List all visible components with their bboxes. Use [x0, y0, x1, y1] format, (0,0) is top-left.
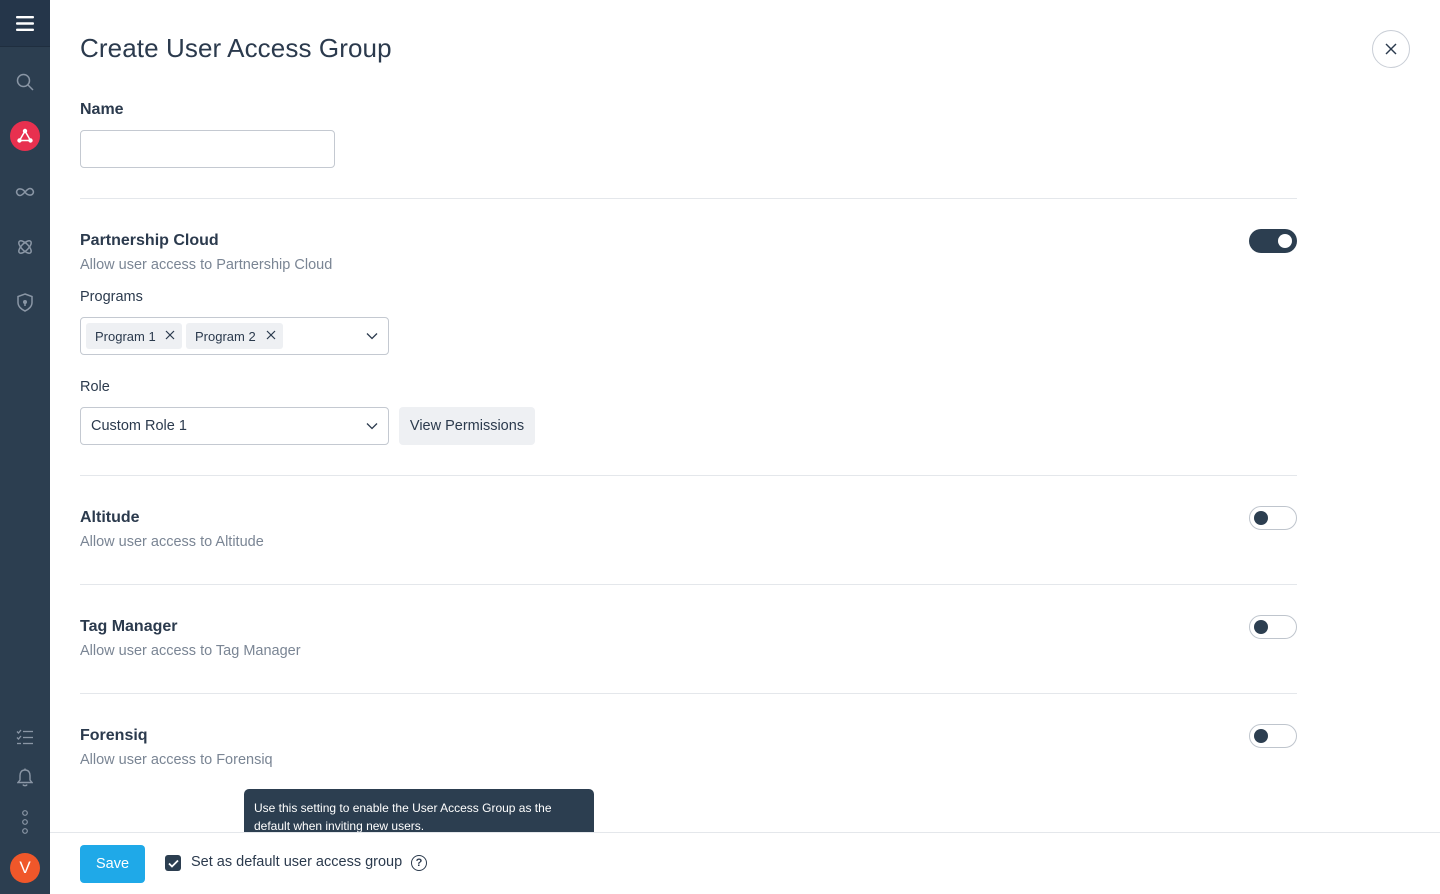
more-vertical-icon — [22, 810, 28, 834]
view-permissions-button[interactable]: View Permissions — [399, 407, 535, 445]
section-description-partnership-cloud: Allow user access to Partnership Cloud — [80, 257, 333, 273]
remove-program-button[interactable] — [164, 329, 176, 344]
close-button[interactable] — [1372, 30, 1410, 68]
remove-program-button[interactable] — [265, 329, 277, 344]
divider — [80, 198, 1297, 199]
chevron-down-icon — [366, 333, 378, 340]
toggle-knob — [1254, 511, 1268, 525]
tag-manager-toggle[interactable] — [1249, 615, 1297, 639]
sidebar: V — [0, 0, 50, 894]
sidebar-item-more[interactable] — [0, 802, 50, 842]
section-description-forensiq: Allow user access to Forensiq — [80, 752, 273, 768]
infinity-icon — [15, 187, 35, 197]
checklist-icon — [16, 729, 33, 745]
sidebar-item-search[interactable] — [0, 62, 50, 102]
search-icon — [16, 73, 34, 91]
close-icon — [1385, 43, 1397, 55]
chevron-down-icon — [366, 423, 378, 430]
footer-bar: Save Set as default user access group ? — [50, 832, 1440, 894]
default-group-checkbox-label[interactable]: Set as default user access group — [191, 854, 402, 870]
sidebar-item-partnership-cloud[interactable] — [0, 116, 50, 156]
checkmark-icon — [167, 859, 179, 868]
divider — [80, 475, 1297, 476]
shield-icon — [17, 292, 33, 312]
name-input[interactable] — [80, 130, 335, 168]
network-icon — [17, 128, 33, 143]
active-indicator — [10, 121, 40, 151]
role-select[interactable]: Custom Role 1 — [80, 407, 389, 445]
help-icon[interactable]: ? — [411, 855, 427, 871]
role-select-value: Custom Role 1 — [91, 418, 187, 434]
program-tag-label: Program 1 — [95, 328, 156, 344]
sidebar-item-altitude[interactable] — [0, 172, 50, 212]
atom-icon — [18, 240, 32, 254]
partnership-cloud-toggle[interactable] — [1249, 229, 1297, 253]
save-button[interactable]: Save — [80, 845, 145, 883]
section-title-altitude: Altitude — [80, 509, 140, 526]
toggle-knob — [1254, 620, 1268, 634]
create-access-group-panel: Create User Access Group Name Partnershi… — [50, 0, 1440, 894]
toggle-knob — [1254, 729, 1268, 743]
programs-multiselect[interactable]: Program 1 Program 2 — [80, 317, 389, 355]
section-title-partnership-cloud: Partnership Cloud — [80, 232, 219, 249]
page-title: Create User Access Group — [80, 33, 392, 63]
section-description-altitude: Allow user access to Altitude — [80, 534, 264, 550]
default-group-checkbox[interactable] — [165, 855, 181, 871]
section-title-forensiq: Forensiq — [80, 727, 148, 744]
divider — [80, 693, 1297, 694]
program-tag: Program 1 — [86, 323, 182, 349]
divider — [80, 584, 1297, 585]
forensiq-toggle[interactable] — [1249, 724, 1297, 748]
programs-label: Programs — [80, 289, 143, 305]
sidebar-item-notifications[interactable] — [0, 757, 50, 797]
sidebar-item-tasks[interactable] — [0, 717, 50, 757]
menu-icon — [16, 15, 34, 31]
toggle-knob — [1278, 234, 1292, 248]
altitude-toggle[interactable] — [1249, 506, 1297, 530]
close-icon — [266, 330, 276, 340]
program-tag-label: Program 2 — [195, 328, 256, 344]
avatar: V — [10, 853, 40, 883]
sidebar-item-forensiq[interactable] — [0, 282, 50, 322]
menu-button[interactable] — [0, 0, 50, 47]
bell-icon — [17, 768, 33, 786]
role-label: Role — [80, 379, 110, 395]
user-menu[interactable]: V — [0, 848, 50, 888]
section-title-tag-manager: Tag Manager — [80, 618, 178, 635]
section-description-tag-manager: Allow user access to Tag Manager — [80, 643, 301, 659]
name-label: Name — [80, 101, 124, 118]
close-icon — [165, 330, 175, 340]
sidebar-item-tag-manager[interactable] — [0, 227, 50, 267]
program-tag: Program 2 — [186, 323, 283, 349]
